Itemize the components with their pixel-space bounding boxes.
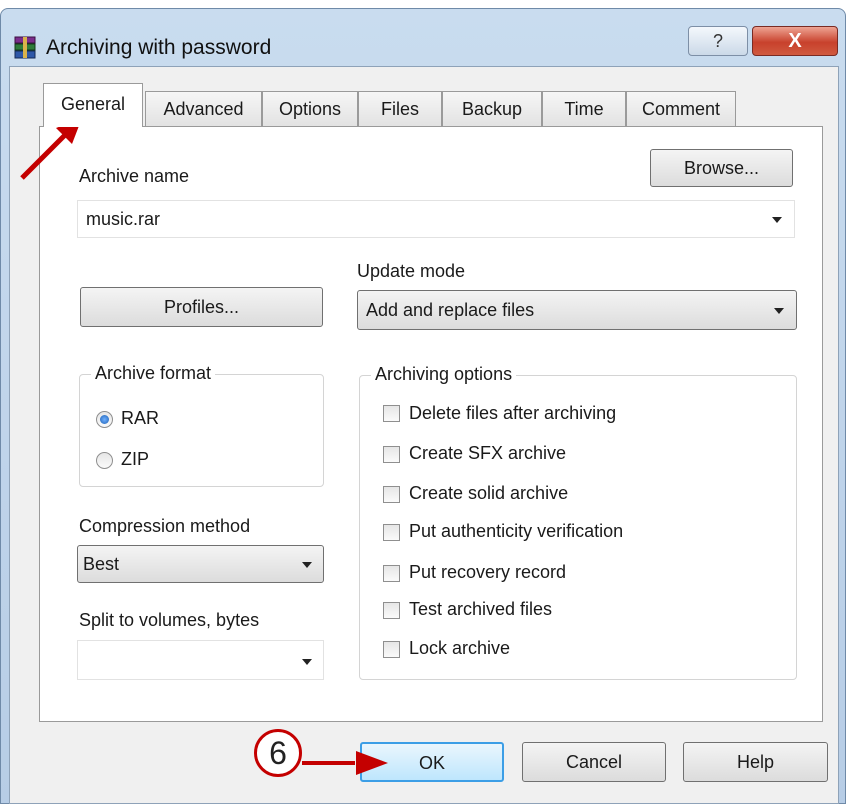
tab-general[interactable]: General <box>43 83 143 127</box>
ok-arrow-icon <box>302 751 388 775</box>
step-number-badge: 6 <box>254 729 302 777</box>
general-tab-arrow-icon <box>20 118 82 180</box>
